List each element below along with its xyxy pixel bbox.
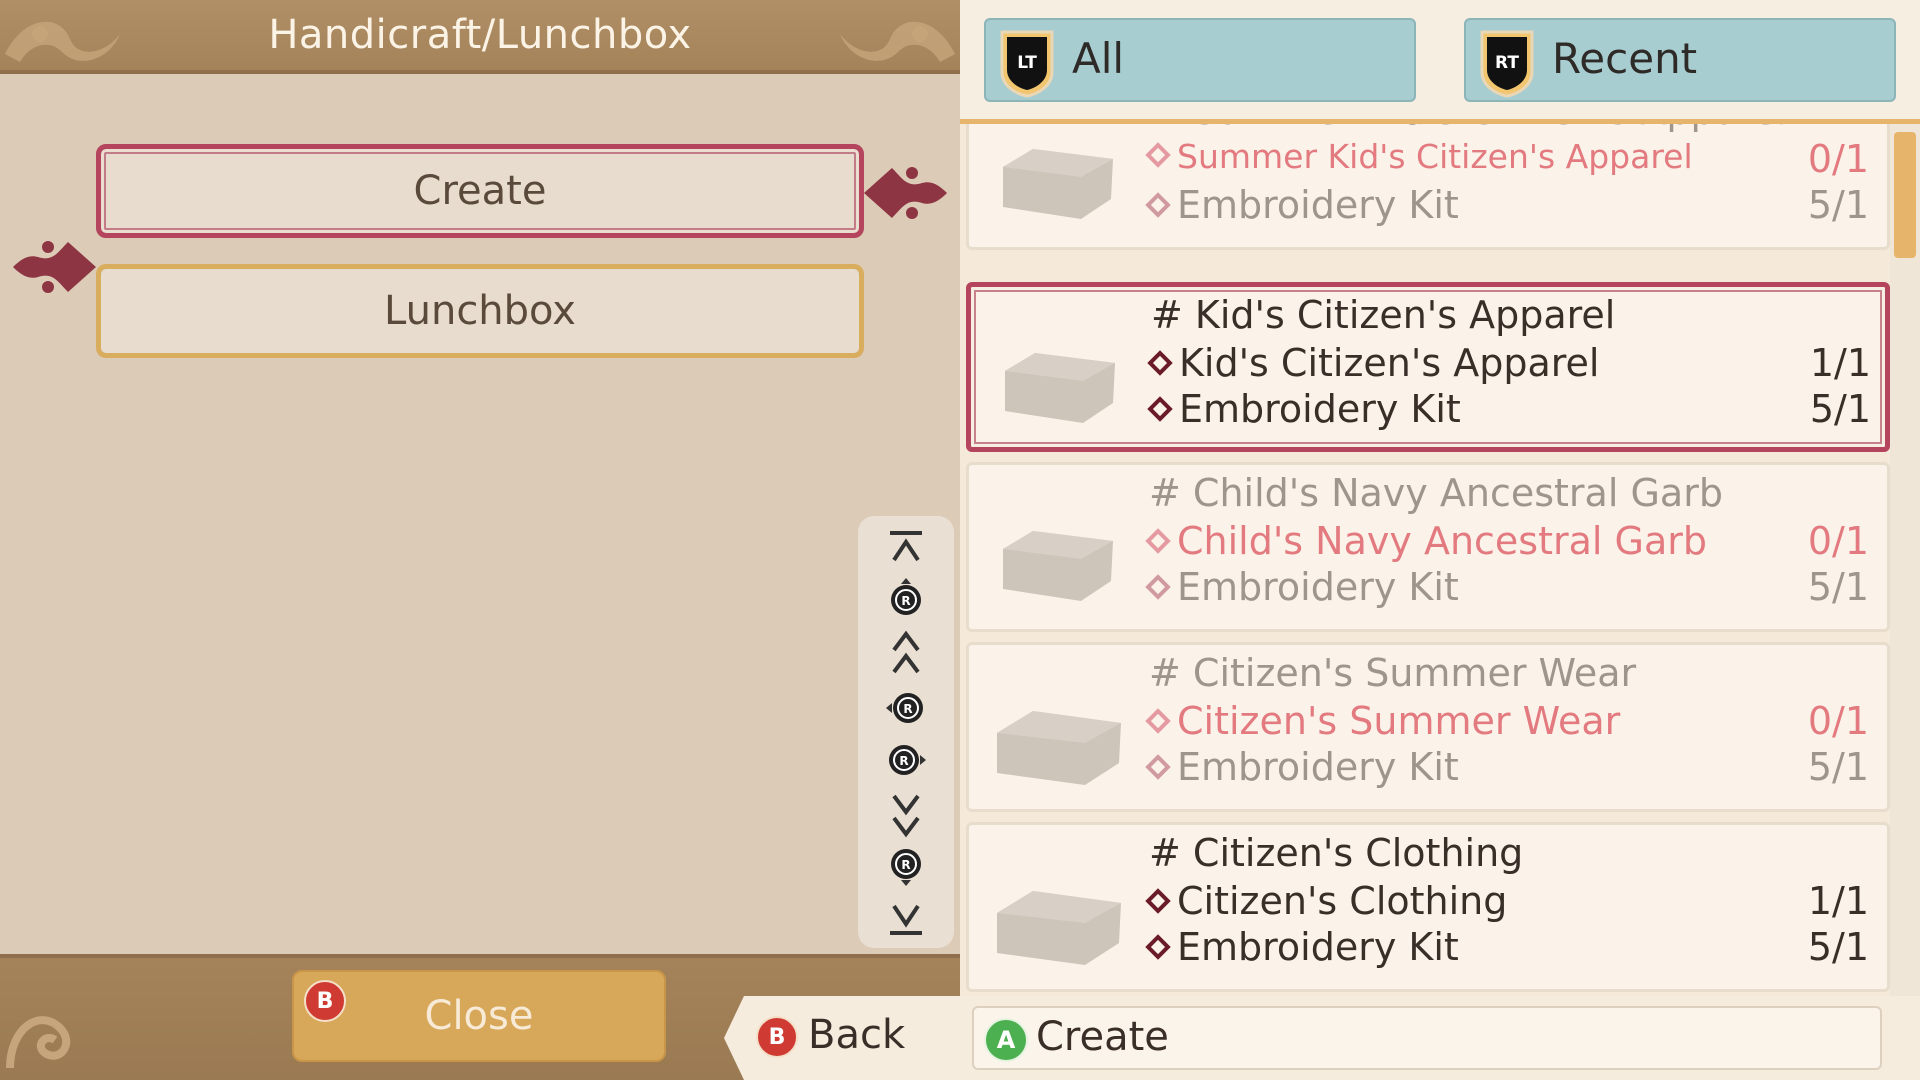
- scroll-bottom-icon[interactable]: [886, 898, 926, 938]
- a-button-icon: A: [984, 1018, 1028, 1062]
- scroll-controls: R R R R: [858, 516, 954, 948]
- item-placeholder-icon: [997, 891, 1121, 965]
- recipe-item[interactable]: # Child's Navy Ancestral Garb Child's Na…: [966, 462, 1890, 632]
- scroll-top-icon[interactable]: [886, 528, 926, 568]
- left-body: Create Lunchbox: [0, 74, 960, 954]
- recipe-output: Child's Navy Ancestral Garb 0/1: [1145, 519, 1869, 563]
- recipe-material: Embroidery Kit 5/1: [1145, 183, 1869, 227]
- back-label: Back: [808, 1012, 906, 1058]
- lt-shoulder-icon: LT: [1000, 30, 1054, 98]
- item-placeholder-icon: [1005, 353, 1115, 423]
- recipe-title: # Citizen's Summer Wear: [1149, 651, 1637, 695]
- recipe-output: Kid's Citizen's Apparel 1/1: [1147, 341, 1871, 385]
- action-bar: A Create: [960, 996, 1920, 1080]
- recipe-material: Embroidery Kit 5/1: [1145, 925, 1869, 969]
- r-stick-down-icon[interactable]: R: [886, 846, 926, 886]
- recipe-title: # Citizen's Clothing: [1149, 831, 1524, 875]
- recipe-material: Embroidery Kit 5/1: [1145, 565, 1869, 609]
- recipe-material: Embroidery Kit 5/1: [1145, 745, 1869, 789]
- back-button[interactable]: B Back: [724, 996, 964, 1080]
- diamond-icon: [1145, 574, 1171, 600]
- close-button[interactable]: B Close: [292, 970, 666, 1062]
- tab-recent[interactable]: RT Recent: [1464, 18, 1896, 102]
- close-label: Close: [424, 993, 534, 1039]
- svg-text:R: R: [901, 594, 910, 608]
- tab-all[interactable]: LT All: [984, 18, 1416, 102]
- recipe-title: # Child's Navy Ancestral Garb: [1149, 471, 1723, 515]
- b-button-icon: B: [756, 1016, 798, 1058]
- page-title: Handicraft/Lunchbox: [268, 12, 692, 58]
- diamond-icon: [1145, 754, 1171, 780]
- diamond-icon: [1145, 934, 1171, 960]
- recipe-title: # Kid's Citizen's Apparel: [1151, 293, 1616, 337]
- item-placeholder-icon: [997, 711, 1121, 785]
- recipe-title: # Summer Kid's Citizen's Apparel: [1149, 124, 1869, 133]
- svg-text:RT: RT: [1495, 53, 1519, 73]
- item-placeholder-icon: [1003, 149, 1113, 219]
- svg-text:R: R: [903, 702, 912, 716]
- create-label: Create: [1036, 1014, 1169, 1060]
- diamond-icon: [1145, 888, 1171, 914]
- scrollbar-thumb[interactable]: [1894, 132, 1916, 258]
- create-button[interactable]: A Create: [972, 1006, 1882, 1070]
- b-button-icon: B: [304, 980, 346, 1022]
- tab-recent-label: Recent: [1552, 34, 1698, 83]
- flourish-right-icon: [840, 21, 955, 62]
- filter-tabs: LT All RT Recent: [960, 0, 1920, 124]
- rt-shoulder-icon: RT: [1480, 30, 1534, 98]
- diamond-icon: [1147, 396, 1173, 422]
- lunchbox-menu-label: Lunchbox: [384, 288, 576, 334]
- item-placeholder-icon: [1003, 531, 1113, 601]
- page-up-icon[interactable]: [886, 628, 926, 684]
- diamond-icon: [1145, 192, 1171, 218]
- create-menu-button[interactable]: Create: [96, 144, 864, 238]
- right-panel: LT All RT Recent # Summer Kid's Citizen'…: [960, 0, 1920, 1080]
- create-menu-label: Create: [413, 168, 547, 214]
- diamond-icon: [1145, 528, 1171, 554]
- svg-text:R: R: [899, 754, 908, 768]
- recipe-list[interactable]: # Summer Kid's Citizen's Apparel Summer …: [960, 124, 1890, 996]
- recipe-item[interactable]: # Citizen's Clothing Citizen's Clothing …: [966, 822, 1890, 992]
- recipe-item[interactable]: # Citizen's Summer Wear Citizen's Summer…: [966, 642, 1890, 812]
- recipe-output: Summer Kid's Citizen's Apparel 0/1: [1145, 137, 1869, 181]
- left-header: Handicraft/Lunchbox: [0, 0, 960, 74]
- svg-text:R: R: [901, 858, 910, 872]
- recipe-item[interactable]: # Summer Kid's Citizen's Apparel Summer …: [966, 124, 1890, 250]
- diamond-icon: [1145, 708, 1171, 734]
- recipe-item-selected[interactable]: # Kid's Citizen's Apparel Kid's Citizen'…: [966, 282, 1890, 452]
- ornament-left-icon: [13, 241, 96, 293]
- diamond-icon: [1147, 350, 1173, 376]
- ornament-right-icon: [864, 167, 947, 219]
- page-down-icon[interactable]: [886, 786, 926, 842]
- r-stick-left-icon[interactable]: R: [886, 688, 926, 728]
- recipe-output: Citizen's Summer Wear 0/1: [1145, 699, 1869, 743]
- r-stick-right-icon[interactable]: R: [886, 740, 926, 780]
- svg-text:LT: LT: [1017, 53, 1037, 73]
- lunchbox-menu-button[interactable]: Lunchbox: [96, 264, 864, 358]
- r-stick-up-icon[interactable]: R: [886, 578, 926, 618]
- recipe-output: Citizen's Clothing 1/1: [1145, 879, 1869, 923]
- tab-all-label: All: [1072, 34, 1125, 83]
- recipe-material: Embroidery Kit 5/1: [1147, 387, 1871, 431]
- left-panel: Handicraft/Lunchbox Create Lunchbox R R …: [0, 0, 960, 1080]
- diamond-icon: [1145, 142, 1171, 168]
- footer-flourish-icon: [6, 1016, 71, 1069]
